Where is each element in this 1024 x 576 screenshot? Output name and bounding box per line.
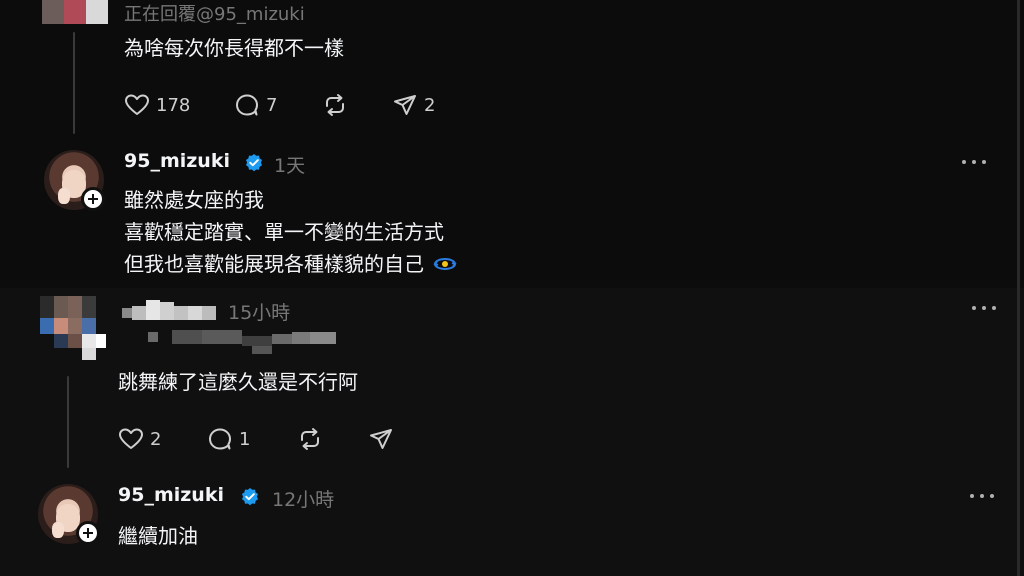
thread-line (67, 376, 69, 468)
verified-icon (246, 154, 262, 172)
reply-line-with-emoji: 但我也喜歡能展現各種樣貌的自己 (124, 248, 457, 280)
more-icon[interactable] (962, 158, 986, 166)
verified-icon (242, 488, 258, 506)
like-count: 2 (150, 428, 162, 450)
heart-icon (119, 428, 143, 449)
comment-icon (236, 94, 258, 116)
share-icon (370, 429, 392, 449)
timestamp: 1天 (274, 155, 306, 177)
share-icon (394, 95, 416, 115)
comment-count: 1 (239, 428, 251, 450)
scrollbar-edge (1017, 0, 1020, 576)
share-count: 2 (424, 94, 436, 116)
comment-button[interactable]: 1 (207, 426, 250, 452)
share-button[interactable] (368, 426, 394, 452)
timestamp: 12小時 (272, 489, 335, 511)
timestamp: 15小時 (228, 302, 291, 324)
repost-button[interactable] (297, 426, 323, 452)
reply-line: 喜歡穩定踏實、單一不變的生活方式 (124, 220, 444, 244)
repost-icon (301, 428, 319, 450)
emoji-icon (433, 258, 457, 270)
like-button[interactable]: 2 (118, 426, 161, 452)
reply-text: 繼續加油 (118, 524, 198, 548)
reply-text: 雖然處女座的我 喜歡穩定踏實、單一不變的生活方式 但我也喜歡能展現各種樣貌的自己 (124, 184, 457, 280)
more-icon[interactable] (972, 304, 996, 312)
username[interactable]: 95_mizuki (118, 484, 224, 506)
top-reply-panel: 正在回覆@95_mizuki 為啥每次你長得都不一樣 178 7 2 95_mi… (0, 0, 1024, 288)
more-icon[interactable] (970, 492, 994, 500)
replying-to-label: 正在回覆@95_mizuki (124, 4, 305, 25)
follow-plus-icon[interactable] (81, 187, 105, 211)
reply-text: 跳舞練了這麼久還是不行阿 (118, 370, 358, 394)
comment-button[interactable]: 7 (234, 92, 277, 118)
comment-count: 7 (266, 94, 278, 116)
reply-line: 雖然處女座的我 (124, 188, 264, 212)
reply-line: 但我也喜歡能展現各種樣貌的自己 (124, 252, 424, 276)
like-button[interactable]: 178 (124, 92, 190, 118)
like-count: 178 (156, 94, 191, 116)
thread-line (73, 32, 75, 134)
repost-button[interactable] (322, 92, 348, 118)
bottom-reply-panel: 15小時 跳舞練了這麼久還是不行阿 2 1 95_mizuki 12小時 繼續加… (0, 288, 1024, 576)
share-button[interactable]: 2 (392, 92, 435, 118)
heart-icon (125, 94, 149, 115)
comment-icon (209, 428, 231, 450)
repost-icon (326, 94, 344, 116)
username[interactable]: 95_mizuki (124, 150, 230, 172)
reply-text: 為啥每次你長得都不一樣 (124, 36, 344, 60)
follow-plus-icon[interactable] (76, 521, 100, 545)
